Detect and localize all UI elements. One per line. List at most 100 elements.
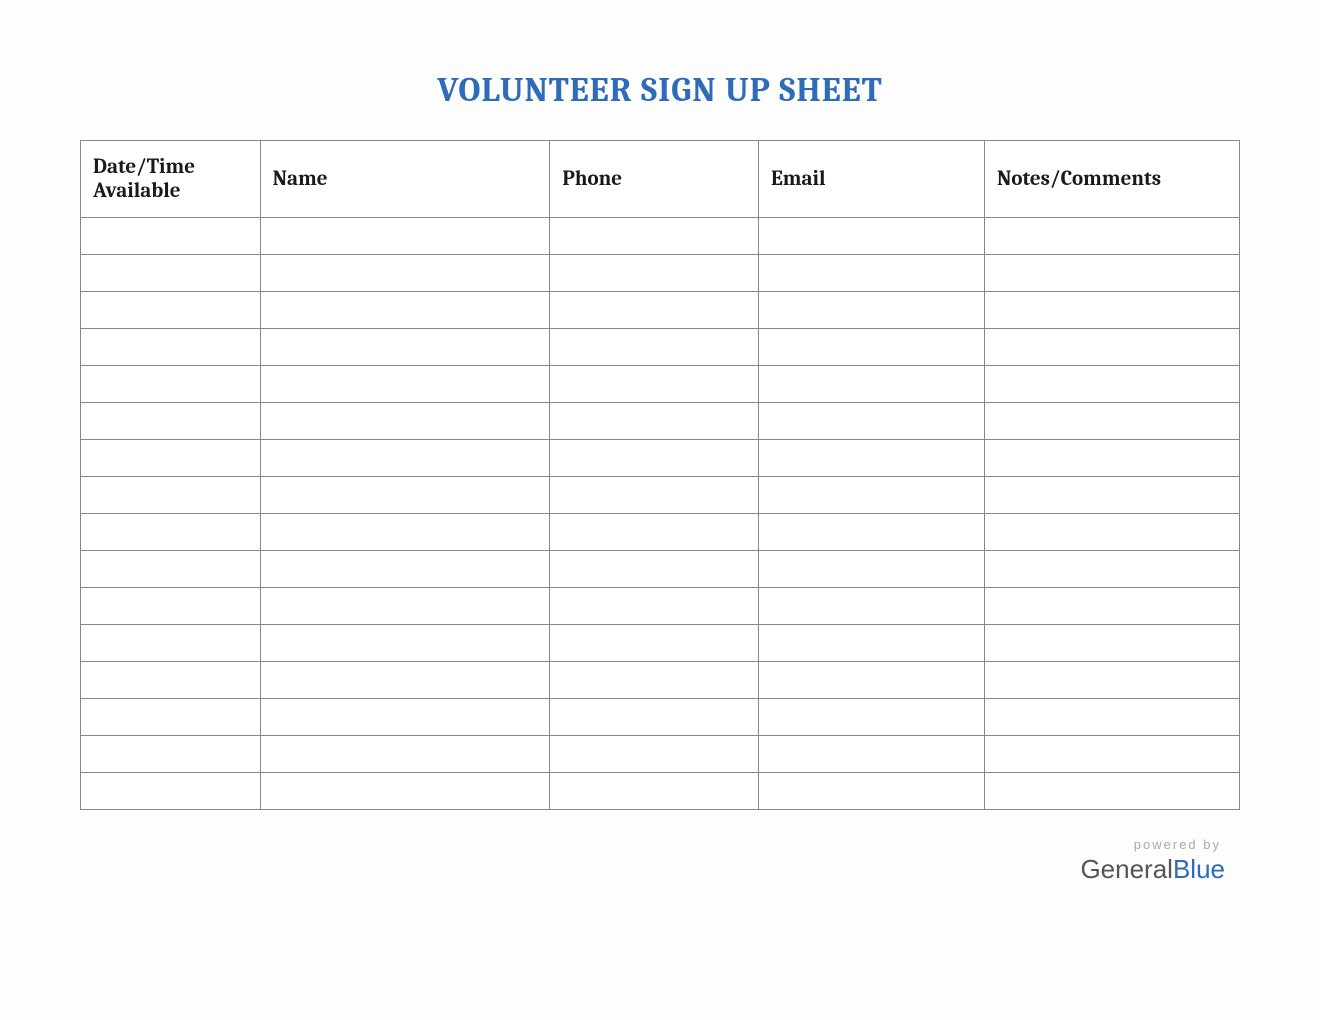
logo-part1: General xyxy=(1080,854,1173,884)
cell-notes xyxy=(985,477,1240,514)
logo-part2: Blue xyxy=(1173,854,1225,884)
cell-notes xyxy=(985,255,1240,292)
cell-notes xyxy=(985,440,1240,477)
cell-phone xyxy=(550,736,759,773)
cell-email xyxy=(759,551,985,588)
cell-notes xyxy=(985,551,1240,588)
cell-email xyxy=(759,440,985,477)
generalblue-logo: GeneralBlue xyxy=(1080,854,1225,885)
cell-email xyxy=(759,514,985,551)
cell-notes xyxy=(985,736,1240,773)
cell-notes xyxy=(985,588,1240,625)
column-header-date: Date/Time Available xyxy=(81,141,261,218)
cell-notes xyxy=(985,514,1240,551)
table-row xyxy=(81,625,1240,662)
cell-date xyxy=(81,514,261,551)
table-row xyxy=(81,662,1240,699)
cell-email xyxy=(759,773,985,810)
cell-name xyxy=(260,514,550,551)
cell-phone xyxy=(550,699,759,736)
cell-email xyxy=(759,366,985,403)
cell-name xyxy=(260,736,550,773)
cell-date xyxy=(81,477,261,514)
cell-name xyxy=(260,699,550,736)
cell-name xyxy=(260,662,550,699)
cell-notes xyxy=(985,773,1240,810)
cell-name xyxy=(260,292,550,329)
cell-phone xyxy=(550,366,759,403)
cell-date xyxy=(81,736,261,773)
cell-date xyxy=(81,699,261,736)
footer-branding: powered by GeneralBlue xyxy=(1080,837,1225,885)
table-row xyxy=(81,218,1240,255)
cell-phone xyxy=(550,588,759,625)
cell-name xyxy=(260,440,550,477)
cell-notes xyxy=(985,403,1240,440)
cell-date xyxy=(81,255,261,292)
cell-name xyxy=(260,625,550,662)
cell-name xyxy=(260,588,550,625)
powered-by-label: powered by xyxy=(1080,837,1225,852)
table-row xyxy=(81,773,1240,810)
table-row xyxy=(81,699,1240,736)
cell-date xyxy=(81,403,261,440)
cell-phone xyxy=(550,292,759,329)
table-row xyxy=(81,366,1240,403)
cell-notes xyxy=(985,292,1240,329)
cell-date xyxy=(81,551,261,588)
table-row xyxy=(81,514,1240,551)
cell-notes xyxy=(985,662,1240,699)
cell-date xyxy=(81,329,261,366)
cell-phone xyxy=(550,218,759,255)
cell-email xyxy=(759,477,985,514)
cell-email xyxy=(759,218,985,255)
table-row xyxy=(81,736,1240,773)
cell-name xyxy=(260,477,550,514)
cell-name xyxy=(260,773,550,810)
cell-notes xyxy=(985,329,1240,366)
cell-phone xyxy=(550,403,759,440)
cell-email xyxy=(759,736,985,773)
column-header-name: Name xyxy=(260,141,550,218)
cell-name xyxy=(260,218,550,255)
table-row xyxy=(81,477,1240,514)
cell-name xyxy=(260,255,550,292)
column-header-email: Email xyxy=(759,141,985,218)
cell-phone xyxy=(550,551,759,588)
cell-notes xyxy=(985,218,1240,255)
cell-date xyxy=(81,218,261,255)
cell-email xyxy=(759,625,985,662)
cell-email xyxy=(759,255,985,292)
column-header-phone: Phone xyxy=(550,141,759,218)
table-header-row: Date/Time Available Name Phone Email Not… xyxy=(81,141,1240,218)
table-row xyxy=(81,329,1240,366)
cell-email xyxy=(759,403,985,440)
cell-notes xyxy=(985,366,1240,403)
table-row xyxy=(81,551,1240,588)
cell-date xyxy=(81,662,261,699)
cell-name xyxy=(260,366,550,403)
table-row xyxy=(81,588,1240,625)
cell-phone xyxy=(550,477,759,514)
cell-email xyxy=(759,329,985,366)
cell-phone xyxy=(550,625,759,662)
cell-email xyxy=(759,662,985,699)
cell-notes xyxy=(985,699,1240,736)
cell-date xyxy=(81,588,261,625)
cell-email xyxy=(759,588,985,625)
table-row xyxy=(81,403,1240,440)
signup-table: Date/Time Available Name Phone Email Not… xyxy=(80,140,1240,810)
cell-phone xyxy=(550,440,759,477)
cell-date xyxy=(81,292,261,329)
cell-name xyxy=(260,329,550,366)
cell-date xyxy=(81,366,261,403)
document-title: VOLUNTEER SIGN UP SHEET xyxy=(80,70,1240,110)
cell-email xyxy=(759,699,985,736)
cell-phone xyxy=(550,662,759,699)
cell-date xyxy=(81,773,261,810)
cell-date xyxy=(81,440,261,477)
column-header-notes: Notes/Comments xyxy=(985,141,1240,218)
cell-notes xyxy=(985,625,1240,662)
cell-name xyxy=(260,403,550,440)
cell-email xyxy=(759,292,985,329)
